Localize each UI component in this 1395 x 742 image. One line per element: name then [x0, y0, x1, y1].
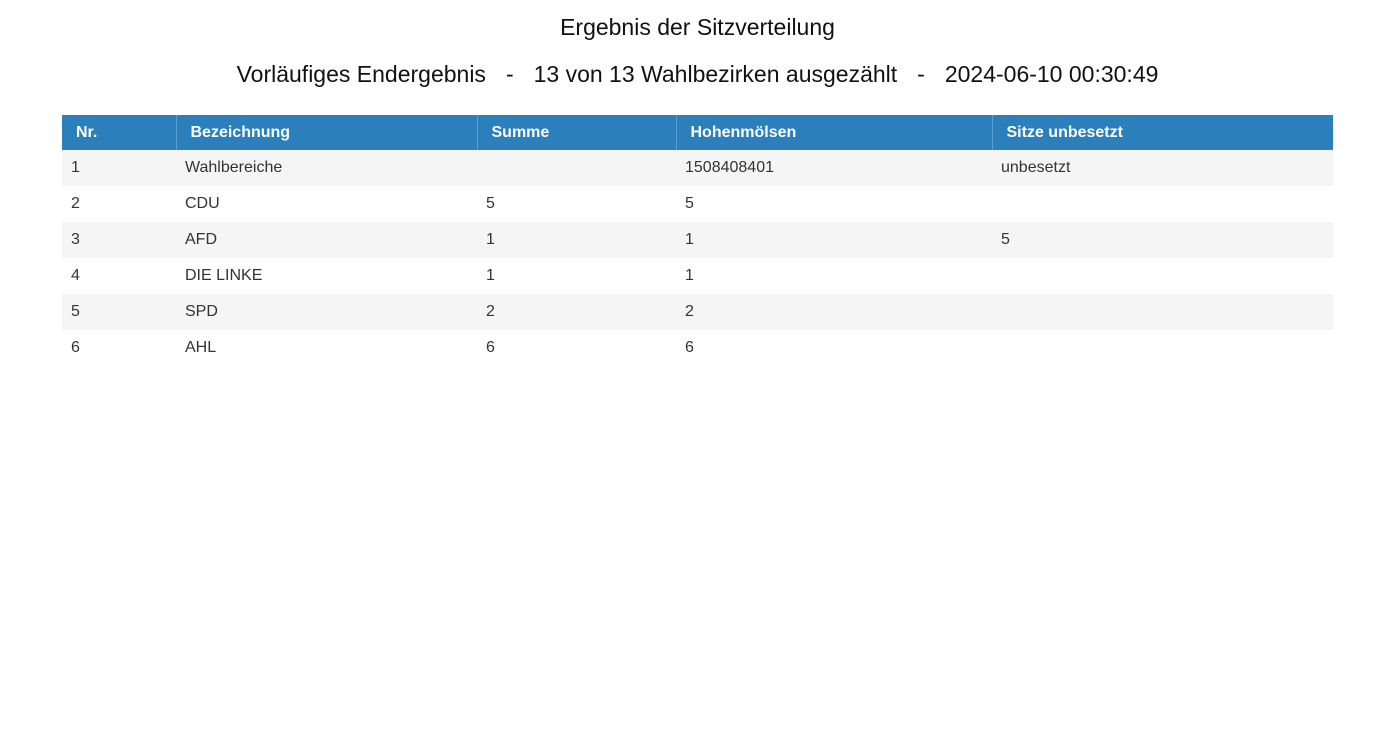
- cell-summe: [477, 150, 676, 186]
- cell-hohenmoelsen: 5: [676, 186, 992, 222]
- cell-nr: 3: [62, 222, 176, 258]
- table-row: 2 CDU 5 5: [62, 186, 1333, 222]
- separator: -: [917, 61, 925, 87]
- table-row: 4 DIE LINKE 1 1: [62, 258, 1333, 294]
- cell-sitze-unbesetzt: [992, 258, 1333, 294]
- result-status: Vorläufiges Endergebnis: [236, 61, 486, 87]
- cell-summe: 5: [477, 186, 676, 222]
- cell-hohenmoelsen: 1508408401: [676, 150, 992, 186]
- cell-sitze-unbesetzt: 5: [992, 222, 1333, 258]
- table-header-row: Nr. Bezeichnung Summe Hohenmölsen Sitze …: [62, 115, 1333, 150]
- cell-sitze-unbesetzt: [992, 186, 1333, 222]
- cell-bezeichnung: DIE LINKE: [176, 258, 477, 294]
- seat-distribution-table: Nr. Bezeichnung Summe Hohenmölsen Sitze …: [62, 115, 1333, 366]
- cell-summe: 1: [477, 258, 676, 294]
- separator: -: [505, 61, 514, 87]
- cell-summe: 2: [477, 294, 676, 330]
- column-header-nr: Nr.: [62, 115, 176, 150]
- cell-bezeichnung: CDU: [176, 186, 477, 222]
- cell-bezeichnung: AFD: [176, 222, 477, 258]
- cell-sitze-unbesetzt: [992, 330, 1333, 366]
- counted-districts: 13 von 13 Wahlbezirken ausgezählt: [533, 61, 898, 87]
- cell-summe: 6: [477, 330, 676, 366]
- cell-hohenmoelsen: 1: [676, 222, 992, 258]
- column-header-sitze-unbesetzt: Sitze unbesetzt: [991, 115, 1333, 150]
- table-row: 1 Wahlbereiche 1508408401 unbesetzt: [62, 150, 1333, 186]
- cell-bezeichnung: SPD: [176, 294, 477, 330]
- column-header-hohenmoelsen: Hohenmölsen: [675, 115, 992, 150]
- column-header-summe: Summe: [476, 115, 676, 150]
- cell-sitze-unbesetzt: unbesetzt: [992, 150, 1333, 186]
- result-status-line: Vorläufiges Endergebnis -13 von 13 Wahlbe…: [0, 59, 1395, 89]
- cell-sitze-unbesetzt: [992, 294, 1333, 330]
- table-row: 6 AHL 6 6: [62, 330, 1333, 366]
- cell-nr: 4: [62, 258, 176, 294]
- cell-nr: 1: [62, 150, 176, 186]
- table-row: 3 AFD 1 1 5: [62, 222, 1333, 258]
- result-timestamp: 2024-06-10 00:30:49: [944, 61, 1159, 87]
- cell-hohenmoelsen: 6: [676, 330, 992, 366]
- cell-bezeichnung: AHL: [176, 330, 477, 366]
- table-row: 5 SPD 2 2: [62, 294, 1333, 330]
- cell-summe: 1: [477, 222, 676, 258]
- cell-nr: 5: [62, 294, 176, 330]
- column-header-bezeichnung: Bezeichnung: [175, 115, 477, 150]
- cell-bezeichnung: Wahlbereiche: [176, 150, 477, 186]
- cell-hohenmoelsen: 2: [676, 294, 992, 330]
- cell-nr: 6: [62, 330, 176, 366]
- cell-nr: 2: [62, 186, 176, 222]
- page-title: Ergebnis der Sitzverteilung: [560, 14, 835, 40]
- cell-hohenmoelsen: 1: [676, 258, 992, 294]
